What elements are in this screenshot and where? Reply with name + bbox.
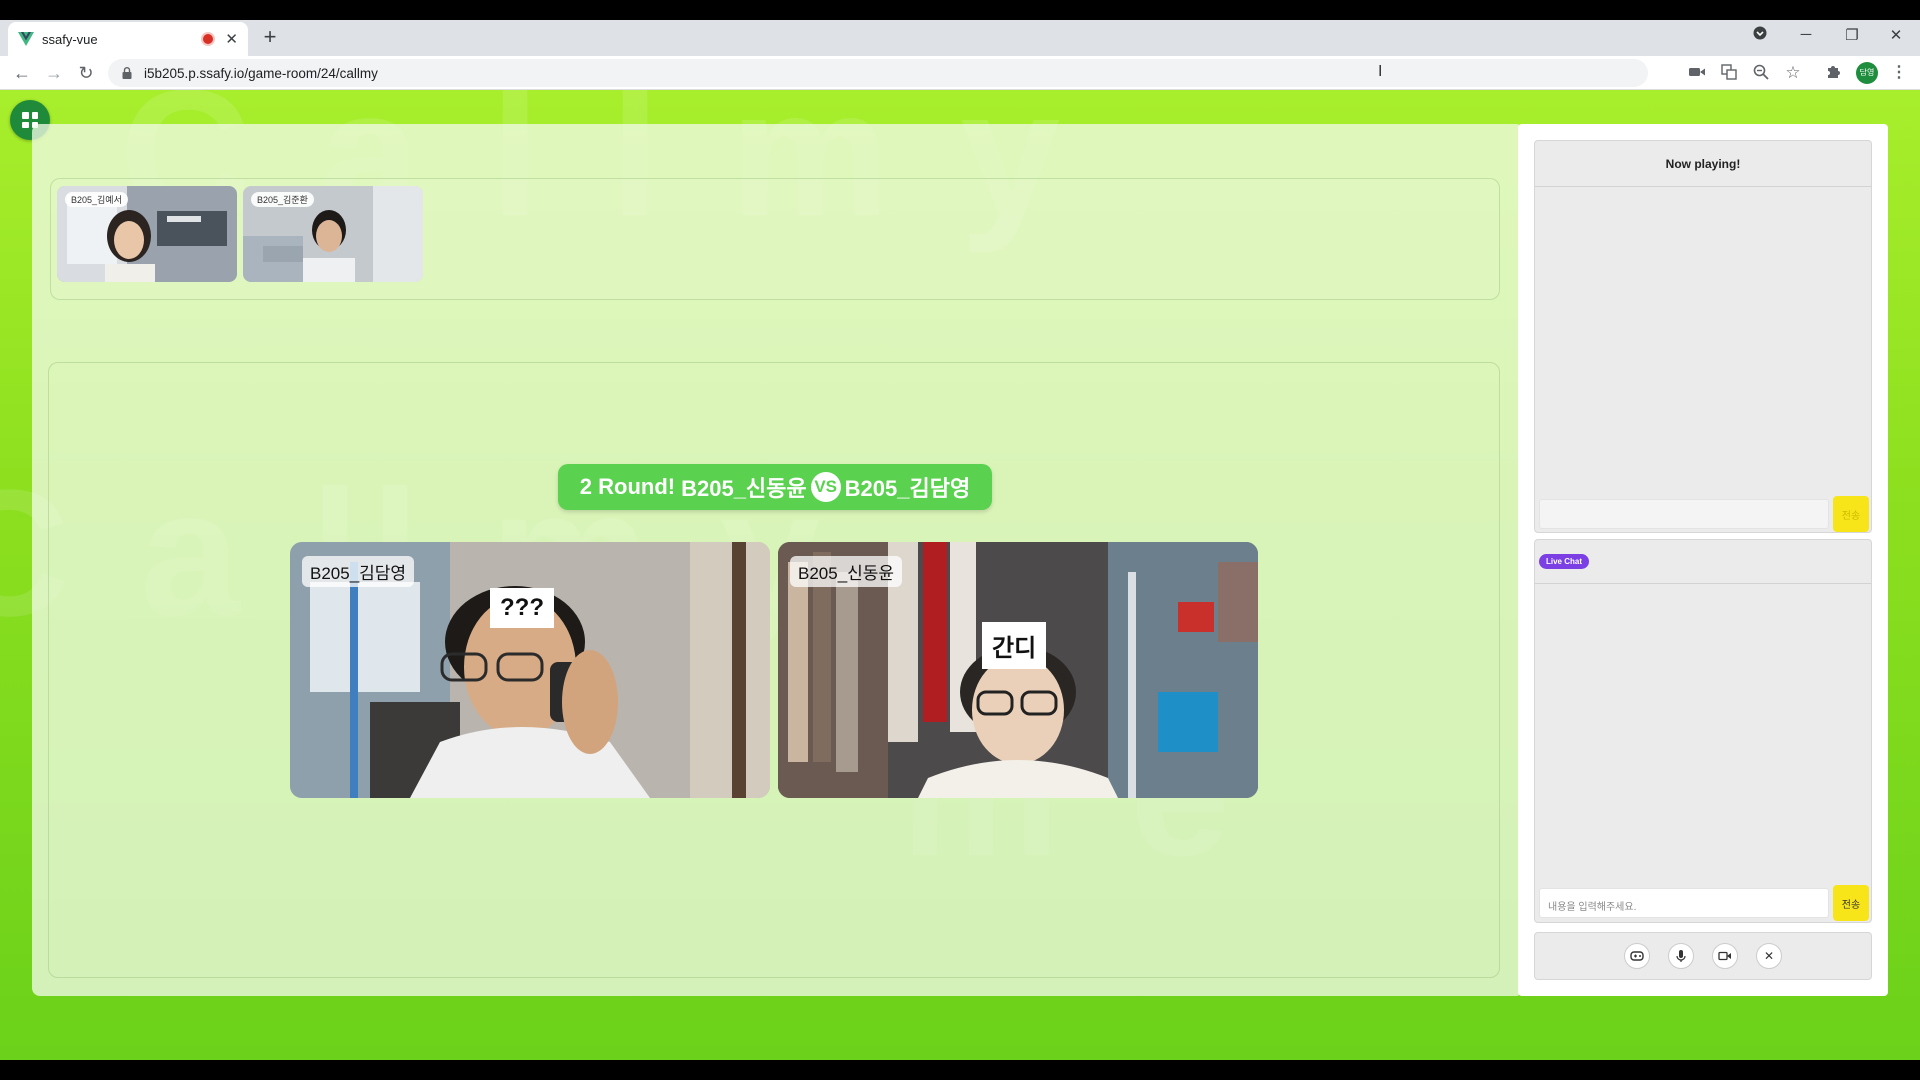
browser-tab[interactable]: ssafy-vue ✕	[8, 22, 248, 56]
round-banner: 2 Round! B205_신동윤 VS B205_김담영	[558, 464, 992, 510]
player-video-name: B205_신동윤	[790, 556, 903, 587]
now-playing-title: Now playing!	[1535, 141, 1871, 187]
player-video: B205_신동윤 간디	[778, 542, 1258, 798]
game-stage	[48, 362, 1500, 978]
recording-indicator-icon	[203, 34, 214, 44]
profile-avatar[interactable]: 담영	[1856, 62, 1878, 84]
bookmark-star-icon[interactable]: ☆	[1784, 64, 1802, 82]
player-left-name: B205_신동윤	[681, 476, 807, 501]
restore-icon[interactable]: ❐	[1832, 26, 1872, 44]
camera-indicator-icon[interactable]	[1688, 64, 1706, 82]
round-label: 2 Round!	[579, 474, 676, 499]
browser-tabstrip: ssafy-vue ✕ + ─ ❐ ✕	[0, 20, 1920, 56]
now-playing-panel: Now playing! 전송	[1534, 140, 1872, 533]
tab-title: ssafy-vue	[42, 31, 98, 47]
live-chat-badge: Live Chat	[1539, 554, 1590, 569]
reaction-caption: 간디	[982, 622, 1047, 669]
participant-name: B205_김예서	[65, 192, 128, 207]
reload-icon[interactable]: ↻	[74, 61, 98, 85]
address-bar[interactable]: i5b205.p.ssafy.io/game-room/24/callmy I	[108, 59, 1648, 87]
menu-kebab-icon[interactable]: ⋮	[1890, 64, 1908, 82]
forward-icon[interactable]: →	[42, 61, 66, 85]
now-playing-send-button[interactable]: 전송	[1833, 496, 1869, 532]
live-chat-panel: Live Chat 내용을 입력해주세요. 전송	[1534, 539, 1872, 923]
translate-icon[interactable]	[1720, 64, 1738, 82]
vs-badge: VS	[810, 472, 841, 502]
text-cursor-icon: I	[1378, 63, 1383, 80]
tab-close-icon[interactable]: ✕	[225, 30, 238, 48]
media-controls: ✕	[1534, 932, 1872, 980]
game-page: C a l l m y C a ll m y m e	[0, 90, 1920, 1060]
screen: ssafy-vue ✕ + ─ ❐ ✕ ← → ↻ i5b205.p.ssafy…	[0, 0, 1920, 1080]
url-text: i5b205.p.ssafy.io/game-room/24/callmy	[144, 65, 378, 81]
player-video: B205_김담영 ???	[290, 542, 770, 798]
participant-thumbnail[interactable]: B205_김준환	[243, 186, 423, 282]
live-chat-header: Live Chat	[1535, 540, 1871, 584]
leave-close-icon[interactable]: ✕	[1756, 943, 1782, 969]
player-video-name: B205_김담영	[302, 556, 415, 587]
back-icon[interactable]: ←	[10, 61, 34, 85]
right-sidebar: Now playing! 전송 Live Chat 내용을 입력해주세요. 전송	[1518, 124, 1888, 996]
chat-send-button[interactable]: 전송	[1833, 885, 1869, 921]
participant-name: B205_김준환	[251, 192, 314, 207]
video-camera-icon[interactable]	[1712, 943, 1738, 969]
minimize-icon[interactable]: ─	[1786, 26, 1826, 43]
close-window-icon[interactable]: ✕	[1876, 26, 1916, 44]
bottom-black-bar	[0, 1060, 1920, 1080]
extensions-icon[interactable]	[1824, 64, 1842, 82]
tab-search-icon[interactable]	[1740, 26, 1780, 44]
lock-icon	[122, 67, 132, 79]
new-tab-button[interactable]: +	[258, 26, 282, 50]
browser-toolbar: ← → ↻ i5b205.p.ssafy.io/game-room/24/cal…	[0, 56, 1920, 90]
zoom-icon[interactable]	[1752, 64, 1770, 82]
chat-input[interactable]: 내용을 입력해주세요.	[1539, 888, 1829, 918]
player-right-name: B205_김담영	[844, 476, 971, 501]
microphone-icon[interactable]	[1668, 943, 1694, 969]
reaction-caption: ???	[490, 588, 554, 628]
participant-thumbnail[interactable]: B205_김예서	[57, 186, 237, 282]
vue-favicon-icon	[18, 31, 34, 47]
game-controller-icon[interactable]	[1624, 943, 1650, 969]
participant-strip: B205_김예서 B205_김준환	[50, 178, 1500, 300]
now-playing-input[interactable]	[1539, 499, 1829, 529]
